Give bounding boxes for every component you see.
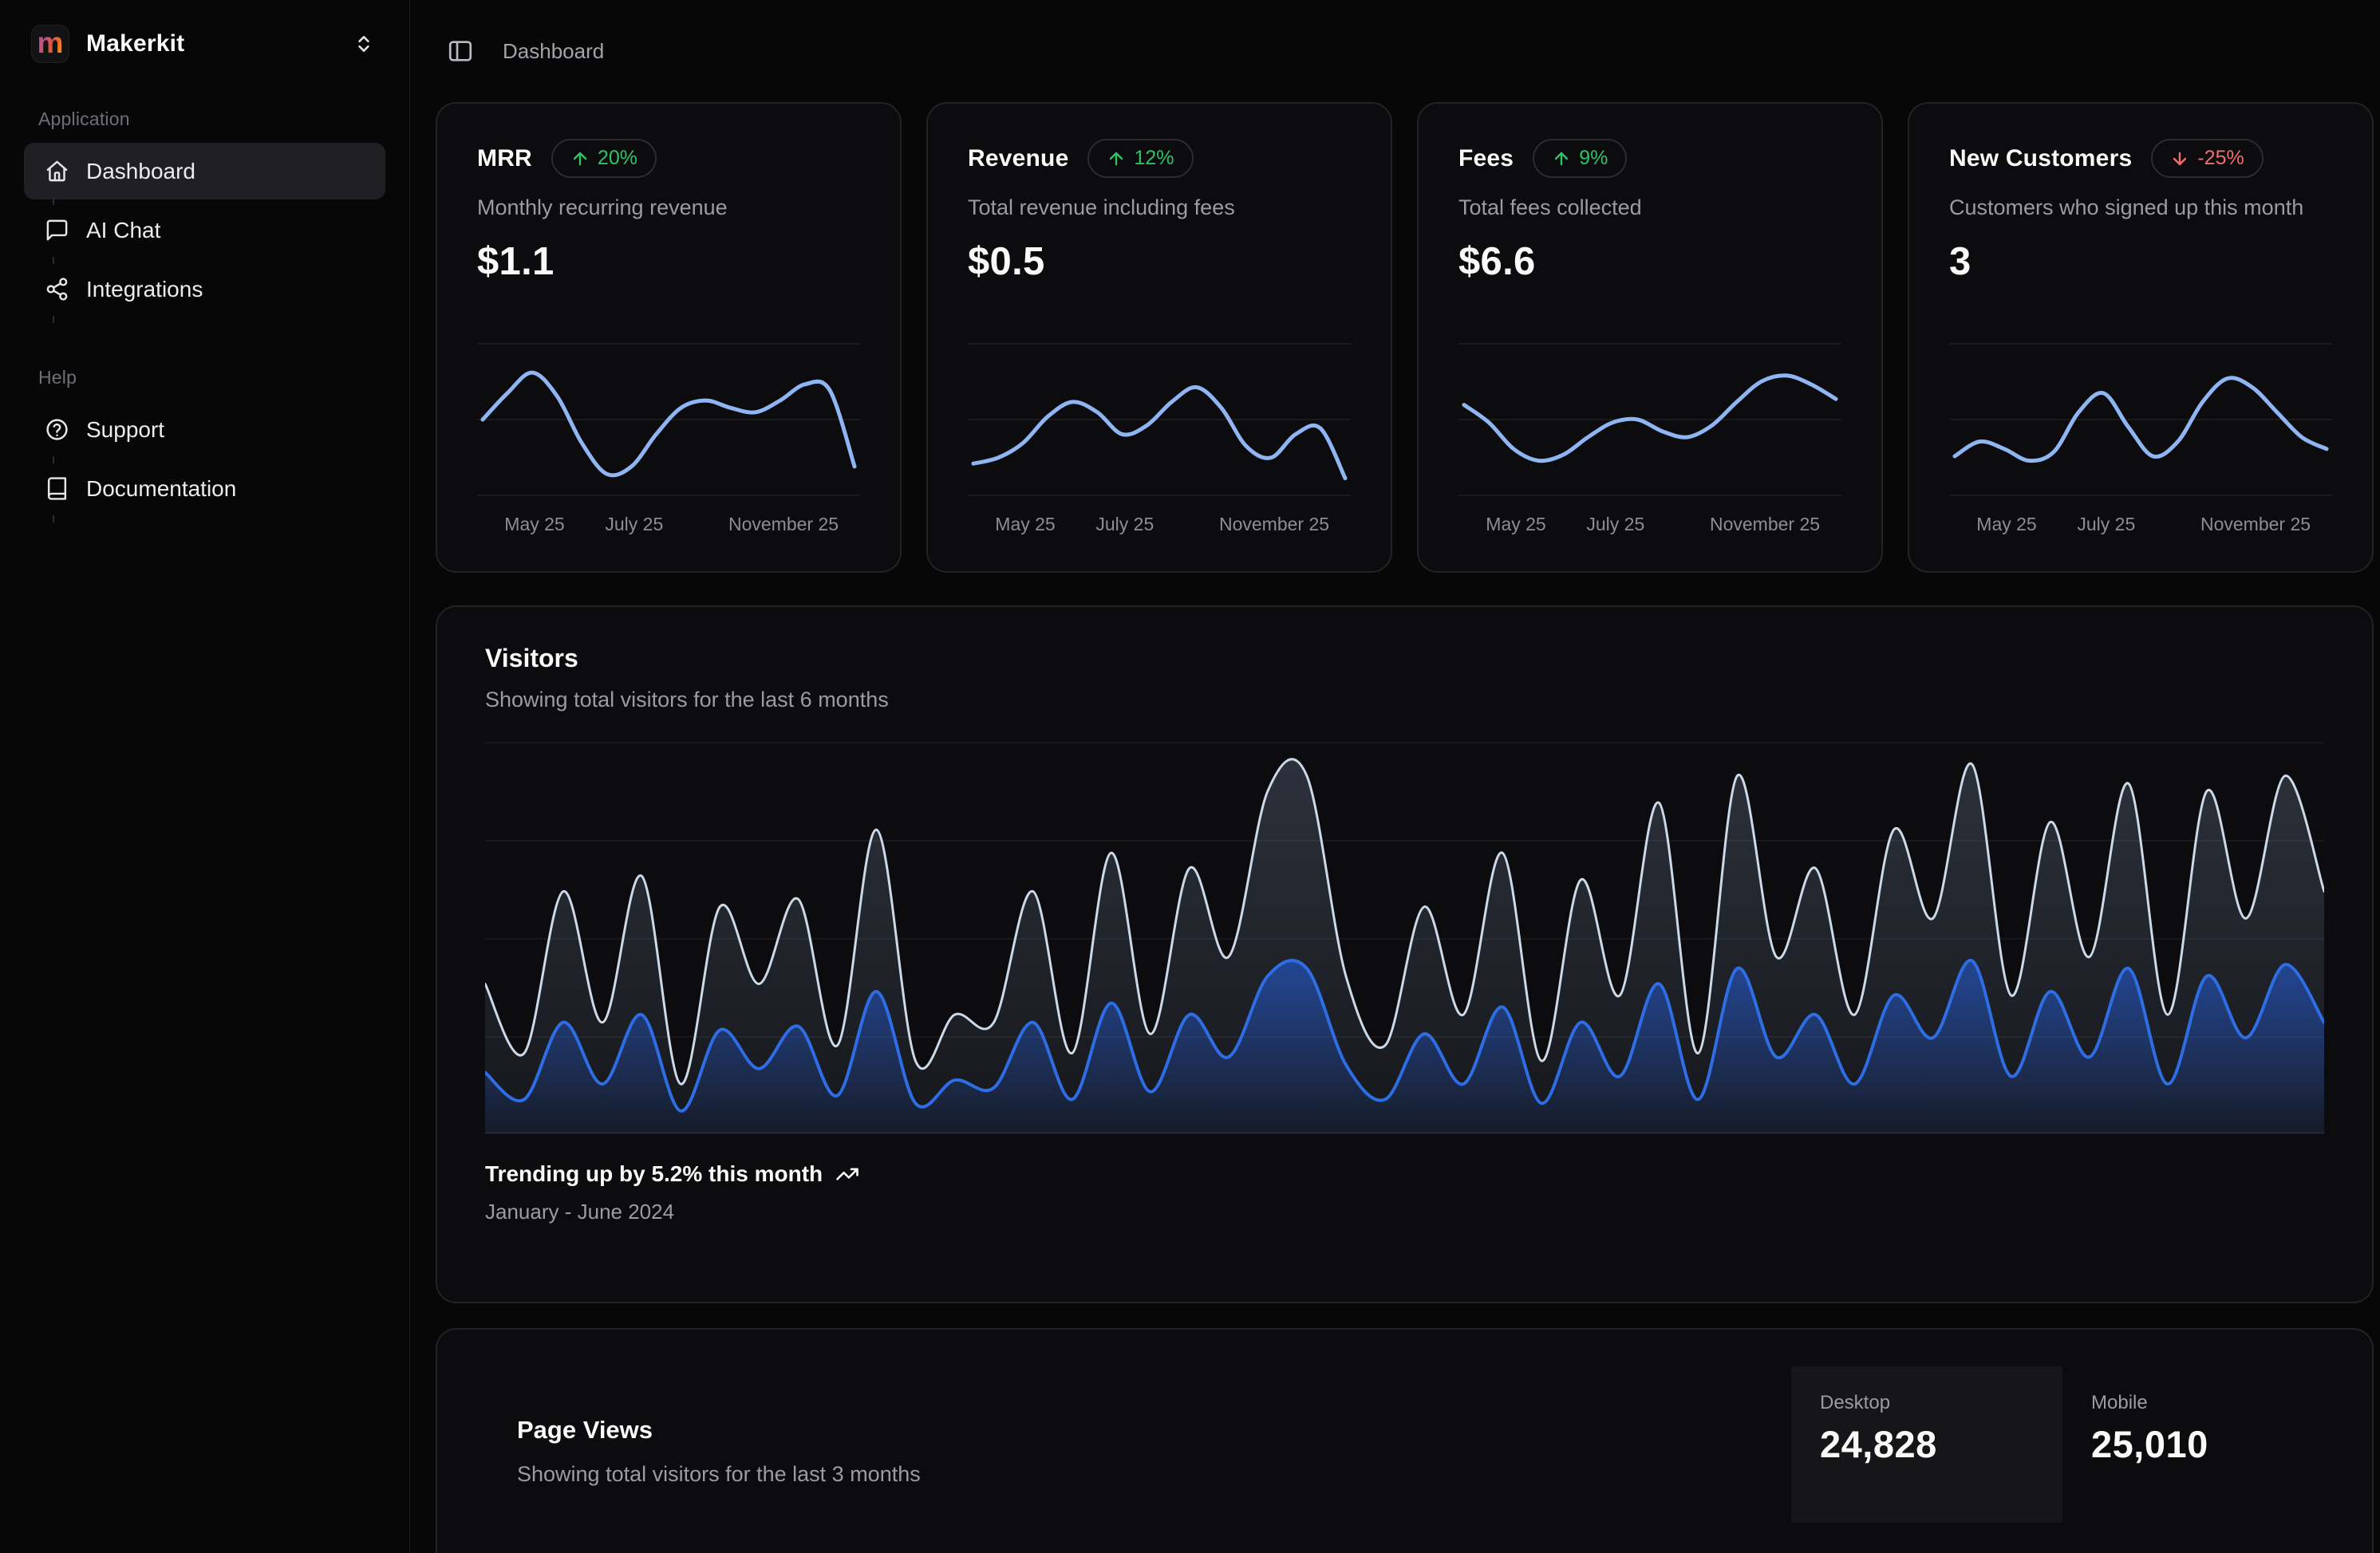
mobile-label: Mobile: [2091, 1392, 2302, 1414]
sidebar-item-label: Dashboard: [86, 159, 195, 184]
stat-title: New Customers: [1949, 145, 2132, 172]
sparkline-svg: [477, 341, 860, 498]
stat-value: 3: [1949, 239, 2332, 284]
sparkline-svg: [1949, 341, 2332, 498]
x-tick: May 25: [1976, 514, 2036, 535]
visitors-footer: Trending up by 5.2% this month January -…: [485, 1161, 2324, 1224]
workspace-name: Makerkit: [86, 30, 184, 57]
stat-value: $0.5: [968, 239, 1351, 284]
date-range-label: January - June 2024: [485, 1200, 2324, 1224]
trending-up-icon: [835, 1162, 859, 1186]
x-tick: November 25: [728, 514, 839, 535]
badge-value: -25%: [2197, 147, 2244, 170]
sidebar-section-application: Application Dashboard AI Chat Integratio…: [0, 108, 409, 317]
breadcrumb: Dashboard: [503, 39, 604, 64]
x-tick: July 25: [1586, 514, 1644, 535]
x-tick: November 25: [2200, 514, 2311, 535]
sparkline-chart: May 25 July 25 November 25: [1949, 341, 2332, 541]
x-tick: May 25: [1486, 514, 1545, 535]
trend-badge: 20%: [551, 139, 657, 178]
visitors-subtitle: Showing total visitors for the last 6 mo…: [485, 688, 2324, 712]
sparkline-x-axis: May 25 July 25 November 25: [1949, 514, 2332, 541]
sidebar-item-integrations[interactable]: Integrations: [24, 261, 385, 317]
sidebar-section-help: Help Support Documentation: [0, 367, 409, 517]
sparkline-x-axis: May 25 July 25 November 25: [477, 514, 860, 541]
main-content: Dashboard MRR 20% Monthly recurring reve…: [410, 0, 2380, 1553]
desktop-value: 24,828: [1820, 1422, 2062, 1466]
toggle-mobile[interactable]: Mobile 25,010: [2062, 1366, 2302, 1523]
sparkline-x-axis: May 25 July 25 November 25: [1458, 514, 1841, 541]
badge-value: 20%: [598, 147, 637, 170]
sparkline-chart: May 25 July 25 November 25: [477, 341, 860, 541]
logo-letter: m: [37, 28, 64, 57]
x-tick: July 25: [1095, 514, 1154, 535]
sparkline-chart: May 25 July 25 November 25: [968, 341, 1351, 541]
x-tick: November 25: [1219, 514, 1329, 535]
chat-icon: [45, 218, 69, 242]
arrow-down-icon: [2170, 149, 2189, 168]
sidebar-item-label: Integrations: [86, 277, 203, 302]
stat-card-new-customers: New Customers -25% Customers who signed …: [1908, 102, 2374, 573]
stat-description: Customers who signed up this month: [1949, 195, 2332, 220]
mobile-value: 25,010: [2091, 1422, 2302, 1466]
sparkline-x-axis: May 25 July 25 November 25: [968, 514, 1351, 541]
arrow-up-icon: [1107, 149, 1126, 168]
stat-cards-row: MRR 20% Monthly recurring revenue $1.1 M…: [436, 102, 2374, 573]
visitors-area-chart: [485, 741, 2324, 1134]
home-icon: [45, 159, 69, 183]
stat-card-fees: Fees 9% Total fees collected $6.6 May 25…: [1417, 102, 1883, 573]
stat-description: Monthly recurring revenue: [477, 195, 860, 220]
help-circle-icon: [45, 417, 69, 442]
arrow-up-icon: [570, 149, 590, 168]
x-tick: May 25: [504, 514, 564, 535]
sidebar-item-label: Support: [86, 417, 164, 443]
makerkit-logo: m: [32, 26, 69, 62]
page-views-toggles: Desktop 24,828 Mobile 25,010: [1791, 1366, 2302, 1523]
stat-title: MRR: [477, 145, 532, 172]
stat-card-mrr: MRR 20% Monthly recurring revenue $1.1 M…: [436, 102, 902, 573]
badge-value: 12%: [1134, 147, 1174, 170]
visitors-card: Visitors Showing total visitors for the …: [436, 605, 2374, 1303]
page-views-card: Page Views Showing total visitors for th…: [436, 1328, 2374, 1553]
trend-text: Trending up by 5.2% this month: [485, 1161, 823, 1187]
stat-card-revenue: Revenue 12% Total revenue including fees…: [926, 102, 1392, 573]
stat-title: Revenue: [968, 145, 1068, 172]
sidebar-item-documentation[interactable]: Documentation: [24, 460, 385, 517]
sidebar-item-label: Documentation: [86, 476, 236, 502]
sidebar-item-support[interactable]: Support: [24, 401, 385, 458]
sidebar-item-ai-chat[interactable]: AI Chat: [24, 202, 385, 258]
x-tick: July 25: [605, 514, 663, 535]
share-icon: [45, 277, 69, 302]
stat-description: Total revenue including fees: [968, 195, 1351, 220]
trend-badge: 9%: [1533, 139, 1627, 178]
topbar: Dashboard: [436, 0, 2374, 102]
desktop-label: Desktop: [1820, 1392, 2062, 1414]
x-tick: May 25: [995, 514, 1055, 535]
trend-badge: 12%: [1087, 139, 1193, 178]
arrow-up-icon: [1552, 149, 1571, 168]
x-tick: July 25: [2077, 514, 2135, 535]
workspace-switcher[interactable]: m Makerkit: [24, 18, 385, 70]
trend-badge: -25%: [2151, 139, 2263, 178]
book-icon: [45, 476, 69, 501]
x-tick: November 25: [1710, 514, 1820, 535]
badge-value: 9%: [1579, 147, 1608, 170]
sparkline-chart: May 25 July 25 November 25: [1458, 341, 1841, 541]
section-label: Help: [38, 367, 409, 388]
chevrons-up-down-icon: [353, 34, 374, 54]
sidebar-toggle-icon[interactable]: [447, 37, 474, 65]
stat-title: Fees: [1458, 145, 1514, 172]
toggle-desktop[interactable]: Desktop 24,828: [1791, 1366, 2062, 1523]
stat-value: $1.1: [477, 239, 860, 284]
sidebar-item-label: AI Chat: [86, 218, 160, 243]
sparkline-svg: [1458, 341, 1841, 498]
section-label: Application: [38, 108, 409, 130]
sidebar-item-dashboard[interactable]: Dashboard: [24, 143, 385, 199]
visitors-title: Visitors: [485, 644, 2324, 673]
stat-description: Total fees collected: [1458, 195, 1841, 220]
stat-value: $6.6: [1458, 239, 1841, 284]
sidebar: m Makerkit Application Dashboard AI Chat: [0, 0, 410, 1553]
sparkline-svg: [968, 341, 1351, 498]
